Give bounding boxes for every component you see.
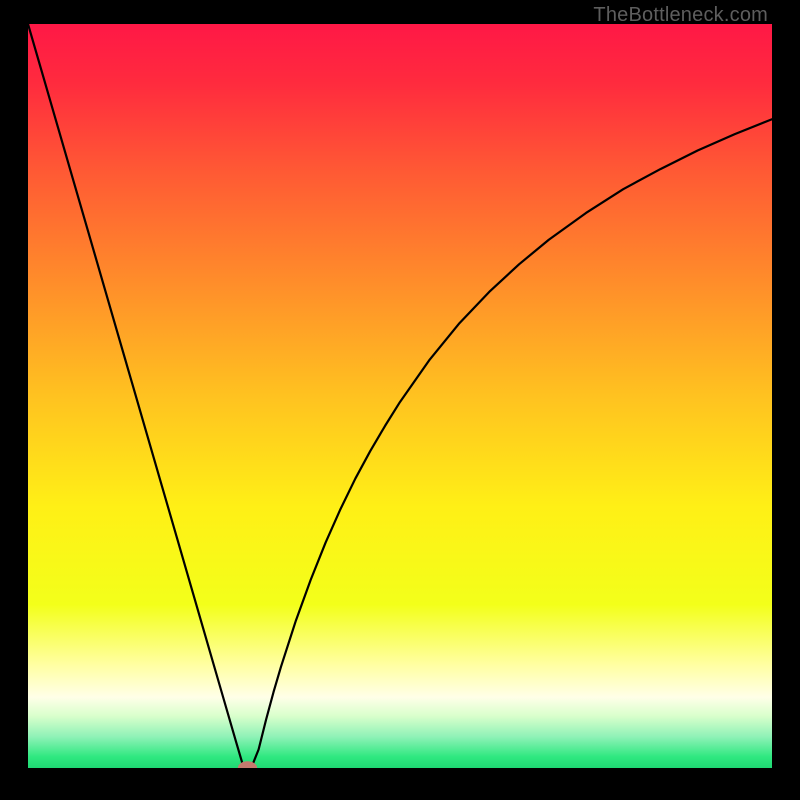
chart-plot-area (28, 24, 772, 768)
gradient-background (28, 24, 772, 768)
chart-frame: TheBottleneck.com (28, 4, 772, 768)
chart-svg (28, 24, 772, 768)
